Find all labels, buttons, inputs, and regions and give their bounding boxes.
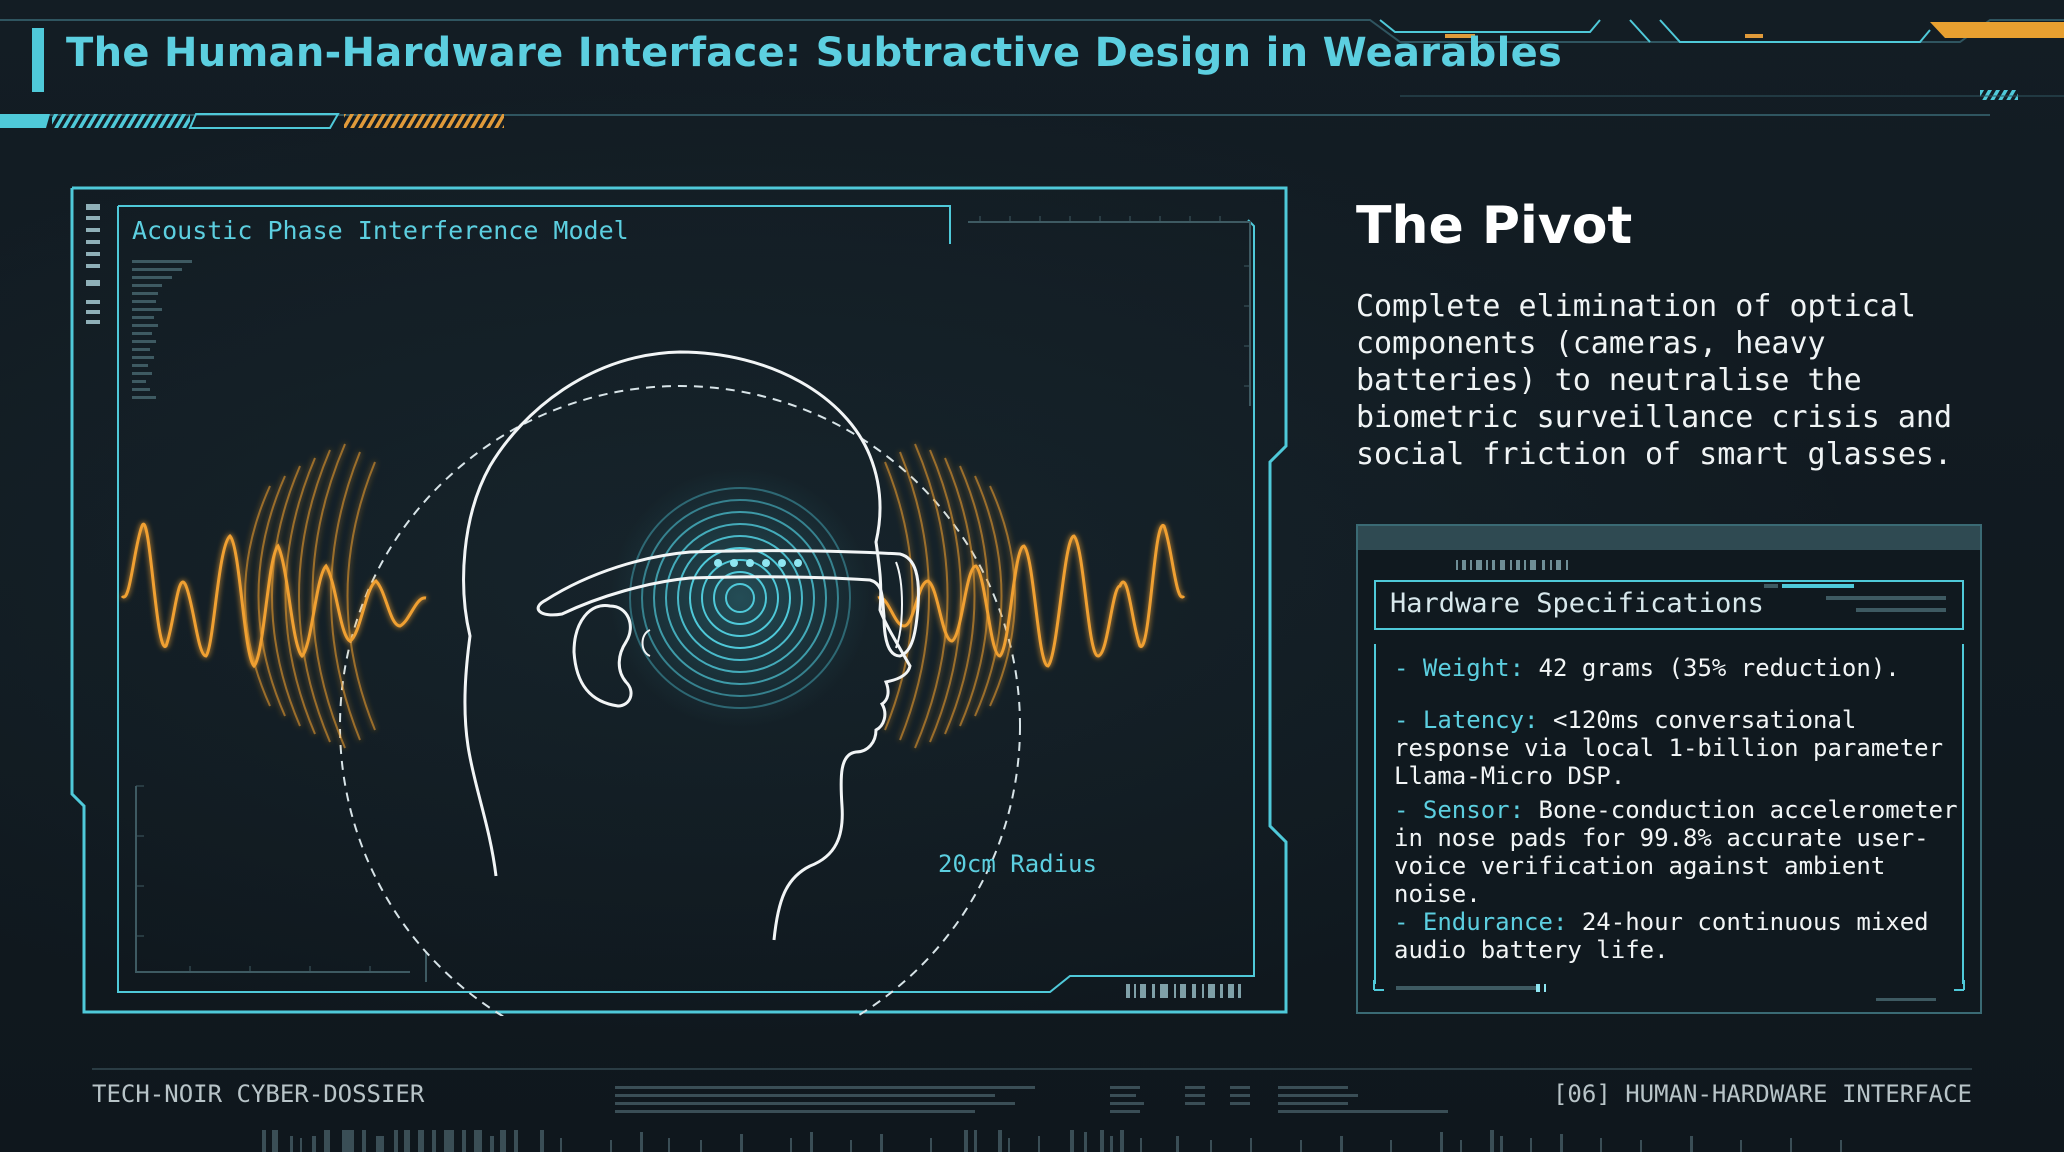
- spec-key: - Weight:: [1394, 654, 1525, 682]
- page-title: The Human-Hardware Interface: Subtractiv…: [66, 30, 1563, 76]
- title-accent-bar: [32, 28, 44, 92]
- spec-item-sensor: - Sensor: Bone-conduction accelerometer …: [1394, 796, 1964, 908]
- spec-key: - Endurance:: [1394, 908, 1568, 936]
- spec-title: Hardware Specifications: [1390, 588, 1764, 619]
- footer-decoration: [262, 1086, 1842, 1152]
- title-bar: The Human-Hardware Interface: Subtractiv…: [0, 0, 2064, 140]
- diagram-title: Acoustic Phase Interference Model: [132, 216, 629, 245]
- spec-item-endurance: - Endurance: 24-hour continuous mixed au…: [1394, 908, 1964, 964]
- pivot-body: Complete elimination of optical componen…: [1356, 289, 1953, 472]
- sound-wave-left: [120, 443, 427, 749]
- radius-label: 20cm Radius: [938, 850, 1097, 878]
- pivot-heading: The Pivot: [1356, 196, 1633, 256]
- acoustic-diagram: [70, 186, 1288, 1016]
- spec-key: - Sensor:: [1394, 796, 1525, 824]
- spec-value: 42 grams (35% reduction).: [1524, 654, 1900, 682]
- spec-item-latency: - Latency: <120ms conversational respons…: [1394, 706, 1964, 790]
- spec-key: - Latency:: [1394, 706, 1539, 734]
- spec-item-weight: - Weight: 42 grams (35% reduction).: [1394, 654, 1964, 682]
- footer-divider: [92, 1068, 1972, 1070]
- hardware-spec-panel: Hardware Specifications - Weight: 42 gra…: [1356, 524, 1982, 1014]
